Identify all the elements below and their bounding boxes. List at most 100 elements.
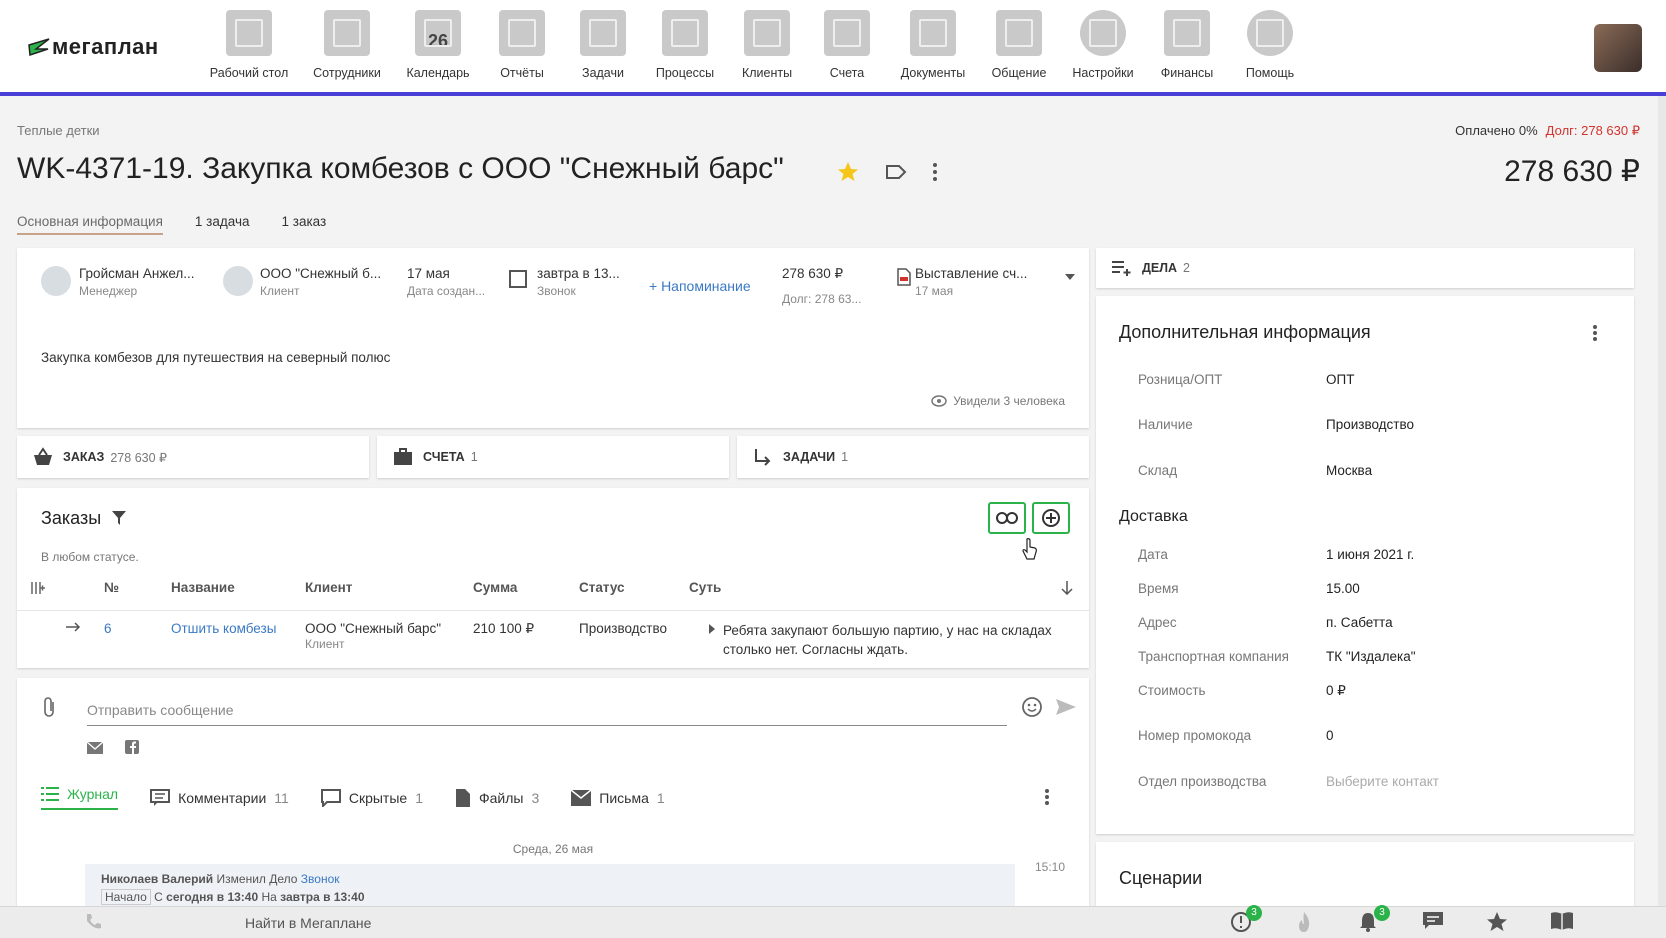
tab-files[interactable]: Файлы 3: [455, 786, 539, 810]
more-vertical-icon[interactable]: [1592, 324, 1598, 342]
col-client[interactable]: Клиент: [305, 580, 352, 595]
checkbox-icon[interactable]: [509, 270, 527, 288]
add-reminder-button[interactable]: + Напоминание: [649, 278, 751, 294]
tab-orders[interactable]: 1 заказ: [282, 214, 327, 235]
promo-label: Номер промокода: [1138, 728, 1252, 743]
tasks-icon: [580, 10, 626, 56]
star-icon[interactable]: [836, 160, 860, 184]
order-block[interactable]: ЗАКАЗ 278 630 ₽: [17, 436, 369, 478]
tag-icon[interactable]: [884, 160, 908, 184]
stage-field[interactable]: Выставление сч... 17 мая: [915, 266, 1027, 298]
link-icon: [996, 512, 1018, 524]
favorites-button[interactable]: [1486, 911, 1510, 935]
production-contact-select[interactable]: Выберите контакт: [1326, 774, 1439, 789]
tab-comments[interactable]: Комментарии 11: [150, 786, 289, 810]
promo-value[interactable]: 0: [1326, 728, 1334, 743]
client-avatar: [223, 266, 253, 296]
phone-icon[interactable]: [84, 913, 102, 931]
journal-author[interactable]: Николаев Валерий: [101, 872, 213, 886]
email-icon[interactable]: [87, 742, 103, 754]
logo-text: мегаплан: [52, 34, 159, 59]
nav-item-desktop[interactable]: Рабочий стол: [200, 10, 298, 80]
link-order-button[interactable]: [988, 502, 1026, 534]
col-status[interactable]: Статус: [579, 580, 625, 595]
manager-role: Менеджер: [79, 284, 138, 298]
nav-item-invoices[interactable]: Счета: [806, 10, 888, 80]
field-value[interactable]: ОПТ: [1326, 372, 1354, 387]
field-value[interactable]: Производство: [1326, 417, 1414, 432]
chevron-down-icon[interactable]: [1065, 274, 1075, 280]
created-date-field: 17 мая Дата создан...: [407, 266, 485, 298]
tab-letters[interactable]: Письма 1: [571, 786, 665, 810]
table-row[interactable]: 6 Отшить комбезы ООО "Снежный барс" Клиен…: [17, 610, 1089, 666]
nav-item-reports[interactable]: Отчёты: [480, 10, 564, 80]
field-value[interactable]: Москва: [1326, 463, 1372, 478]
hot-button[interactable]: [1294, 911, 1318, 935]
deals-block[interactable]: ДЕЛА 2: [1096, 248, 1634, 288]
journal-from-value: сегодня в 13:40: [166, 890, 259, 904]
more-vertical-icon[interactable]: [932, 162, 938, 182]
invoices-block[interactable]: СЧЕТА 1: [377, 436, 729, 478]
expand-arrow-icon[interactable]: [709, 624, 715, 634]
nav-item-tasks[interactable]: Задачи: [564, 10, 642, 80]
tab-hidden[interactable]: Скрытые 1: [320, 786, 423, 810]
delivery-title: Доставка: [1119, 508, 1188, 525]
global-search[interactable]: Найти в Мегаплане: [245, 915, 371, 931]
client-field[interactable]: ООО "Снежный б... Клиент: [260, 266, 381, 298]
fire-icon: [1299, 912, 1310, 932]
more-vertical-icon[interactable]: [1044, 788, 1050, 806]
col-number[interactable]: №: [104, 580, 119, 595]
manager-field[interactable]: Гройсман Анжел... Менеджер: [79, 266, 195, 298]
tab-journal[interactable]: Журнал: [41, 786, 119, 810]
attach-icon[interactable]: [43, 696, 57, 718]
nav-item-processes[interactable]: Процессы: [642, 10, 728, 80]
filter-icon[interactable]: [112, 511, 127, 525]
tab-count: 1: [656, 790, 665, 806]
field-value[interactable]: 1 июня 2021 г.: [1326, 547, 1414, 562]
add-order-button[interactable]: [1032, 502, 1070, 534]
documents-icon: [910, 10, 956, 56]
logo[interactable]: мегаплан: [28, 34, 159, 60]
tab-label: Комментарии: [178, 790, 267, 806]
nav-item-calendar[interactable]: 26 Календарь: [396, 10, 480, 80]
amount-field: 278 630 ₽ Долг: 278 63...: [782, 266, 861, 306]
field-value[interactable]: п. Сабетта: [1326, 615, 1393, 630]
page-scrollbar[interactable]: [1658, 96, 1666, 906]
field-value[interactable]: 15.00: [1326, 581, 1360, 596]
tab-main-info[interactable]: Основная информация: [17, 214, 163, 235]
call-field[interactable]: завтра в 13... Звонок: [537, 266, 620, 298]
sort-down-icon[interactable]: [1061, 581, 1073, 595]
nav-item-chat[interactable]: Общение: [978, 10, 1060, 80]
journal-link[interactable]: Звонок: [301, 872, 340, 886]
user-avatar[interactable]: [1594, 24, 1642, 72]
facebook-icon[interactable]: [125, 740, 139, 754]
columns-settings-icon[interactable]: [31, 581, 45, 595]
tasks-block[interactable]: ЗАДАЧИ 1: [737, 436, 1089, 478]
nav-item-documents[interactable]: Документы: [888, 10, 978, 80]
notifications-button[interactable]: 3: [1358, 905, 1390, 935]
nav-item-finance[interactable]: Финансы: [1146, 10, 1228, 80]
message-input[interactable]: Отправить сообщение: [87, 694, 1007, 726]
order-client-role: Клиент: [305, 637, 345, 651]
col-essence[interactable]: Суть: [689, 580, 721, 595]
messages-button[interactable]: [1422, 911, 1446, 935]
logo-icon: [28, 38, 50, 57]
order-name-link[interactable]: Отшить комбезы: [171, 621, 276, 636]
knowledge-base-button[interactable]: [1550, 911, 1574, 935]
col-sum[interactable]: Сумма: [473, 580, 517, 595]
breadcrumb[interactable]: Теплые детки: [17, 123, 100, 138]
nav-item-employees[interactable]: Сотрудники: [298, 10, 396, 80]
seen-text: Увидели 3 человека: [953, 394, 1065, 408]
send-icon[interactable]: [1055, 698, 1077, 716]
alerts-button[interactable]: 3: [1230, 905, 1262, 935]
nav-item-settings[interactable]: Настройки: [1060, 10, 1146, 80]
client-role: Клиент: [260, 284, 300, 298]
col-name[interactable]: Название: [171, 580, 235, 595]
field-value[interactable]: ТК "Издалека": [1326, 649, 1416, 664]
tab-tasks[interactable]: 1 задача: [195, 214, 250, 235]
emoji-icon[interactable]: [1021, 696, 1043, 718]
nav-item-help[interactable]: Помощь: [1228, 10, 1312, 80]
order-number[interactable]: 6: [104, 621, 112, 636]
field-value[interactable]: 0 ₽: [1326, 683, 1346, 699]
nav-item-clients[interactable]: Клиенты: [728, 10, 806, 80]
